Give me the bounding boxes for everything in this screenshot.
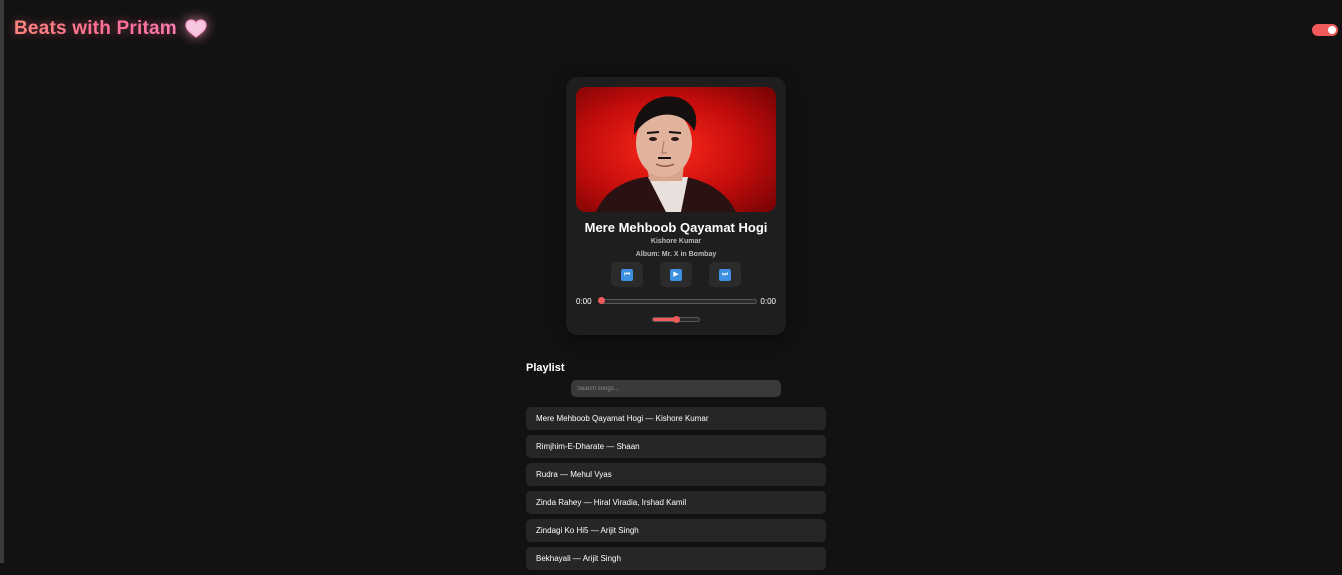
playlist-item[interactable]: Rimjhim-E-Dharate — Shaan [526,435,826,458]
current-time: 0:00 [576,297,592,306]
play-icon: ▶ [670,268,682,281]
song-album: Album: Mr. X in Bombay [635,251,717,258]
playlist-list: Mere Mehboob Qayamat Hogi — Kishore Kuma… [526,407,826,575]
playlist-item[interactable]: Mere Mehboob Qayamat Hogi — Kishore Kuma… [526,407,826,430]
playlist-item[interactable]: Rudra — Mehul Vyas [526,463,826,486]
playlist-item[interactable]: Zinda Rahey — Hiral Viradia, Irshad Kami… [526,491,826,514]
seek-thumb[interactable] [598,297,605,304]
toggle-knob [1328,26,1336,34]
search-input[interactable] [571,380,781,397]
playback-controls: ⏮ ▶ ⏭ [611,262,741,287]
album-cover [576,87,776,212]
theme-toggle[interactable] [1312,24,1338,36]
window-edge [0,0,4,563]
song-artist: Kishore Kumar [650,238,702,245]
rewind-icon: ⏮ [621,268,633,281]
play-button[interactable]: ▶ [660,262,692,287]
previous-button[interactable]: ⏮ [611,262,643,287]
player-card: Mere Mehboob Qayamat Hogi ⏮ ▶ ⏭ 0:00 0:0… [566,77,786,335]
brand: Beats with Pritam [14,18,207,40]
next-button[interactable]: ⏭ [709,262,741,287]
fast-forward-icon: ⏭ [719,268,731,281]
volume-slider[interactable] [652,316,700,323]
brand-title: Beats with Pritam [14,18,177,39]
volume-thumb[interactable] [673,316,680,323]
heart-icon [185,19,207,39]
song-title: Mere Mehboob Qayamat Hogi [584,220,768,235]
total-time: 0:00 [760,297,776,306]
seek-bar[interactable] [598,297,757,304]
playlist-item[interactable]: Zindagi Ko Hi5 — Arijit Singh [526,519,826,542]
playlist-heading: Playlist [526,362,565,374]
playlist-item[interactable]: Bekhayali — Arijit Singh [526,547,826,570]
